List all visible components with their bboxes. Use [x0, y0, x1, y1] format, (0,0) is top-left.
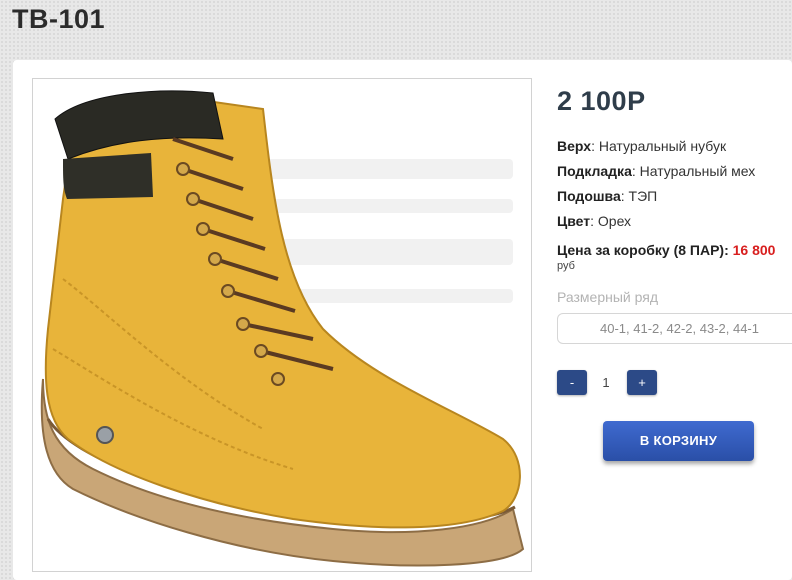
add-to-cart-button[interactable]: В КОРЗИНУ	[603, 421, 754, 461]
box-price: Цена за коробку (8 ПАР): 16 800	[557, 242, 775, 258]
spec-sole: Подошва: ТЭП	[557, 188, 657, 204]
spec-upper: Верх: Натуральный нубук	[557, 138, 726, 154]
size-range-field[interactable]: 40-1, 41-2, 42-2, 43-2, 44-1	[557, 313, 792, 344]
quantity-minus-button[interactable]: -	[557, 370, 587, 395]
box-price-currency: руб	[557, 260, 575, 272]
spec-value: : Натуральный нубук	[591, 138, 727, 154]
spec-color: Цвет: Орех	[557, 213, 631, 229]
box-price-value: 16 800	[732, 242, 776, 258]
box-price-label: Цена за коробку (8 ПАР):	[557, 242, 733, 258]
spec-label: Подошва	[557, 188, 621, 204]
size-range-label: Размерный ряд	[557, 289, 659, 305]
boot-icon	[40, 90, 525, 567]
spec-value: : ТЭП	[620, 188, 658, 204]
quantity-plus-button[interactable]: +	[627, 370, 657, 395]
page-title: TB-101	[12, 4, 106, 34]
spec-value: : Натуральный мех	[631, 163, 756, 179]
spec-label: Верх	[557, 138, 592, 154]
product-price: 2 100Р	[557, 86, 646, 116]
product-image[interactable]	[32, 78, 532, 572]
spec-label: Подкладка	[557, 163, 632, 179]
spec-label: Цвет	[557, 213, 591, 229]
spec-value: : Орех	[590, 213, 632, 229]
quantity-value[interactable]: 1	[593, 370, 619, 395]
spec-lining: Подкладка: Натуральный мех	[557, 163, 755, 179]
